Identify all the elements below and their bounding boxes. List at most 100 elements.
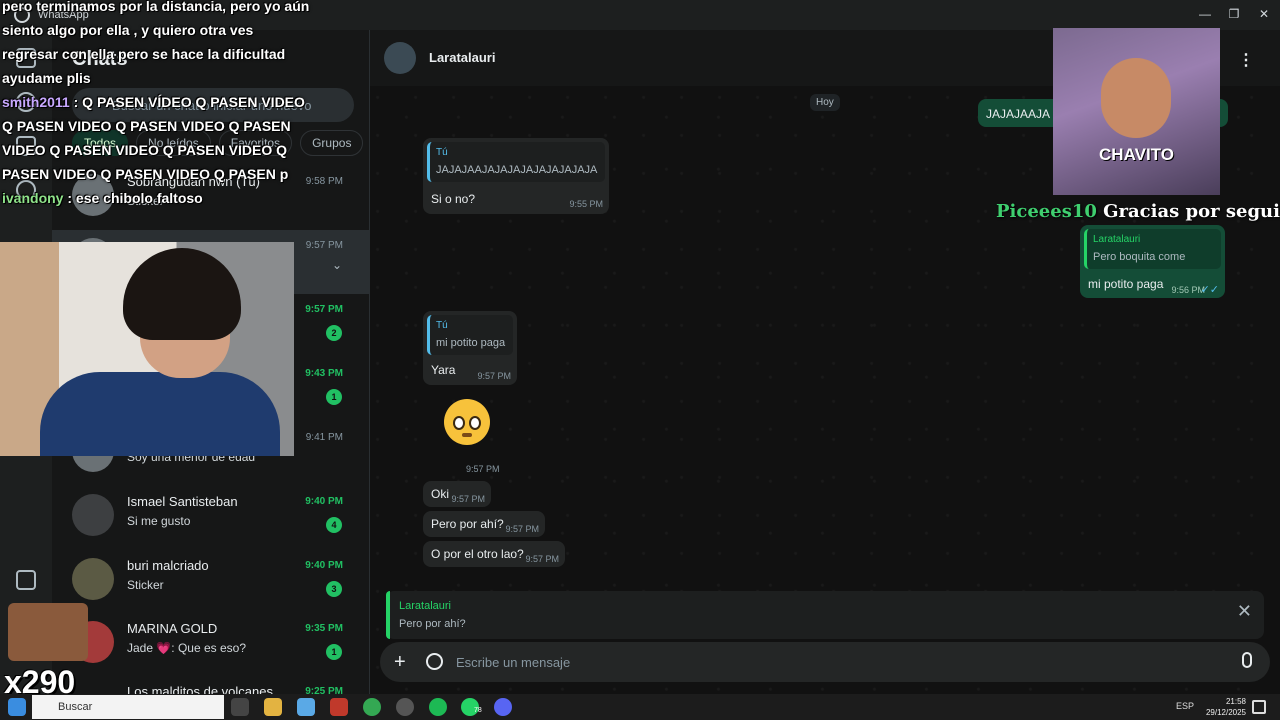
settings-icon[interactable] — [16, 570, 36, 590]
avatar — [72, 494, 114, 536]
message-text: Yara — [431, 363, 456, 377]
unread-badge: 2 — [326, 325, 342, 341]
task-view-icon[interactable] — [231, 698, 249, 716]
taskbar-clock[interactable]: 21:58 29/12/2025 — [1206, 696, 1246, 718]
message-bubble-incoming[interactable]: O por el otro lao? 9:57 PM — [423, 541, 565, 567]
pleading-face-sticker[interactable] — [444, 399, 490, 445]
windows-start-icon[interactable] — [8, 698, 26, 716]
quote-text: mi potito paga — [436, 337, 506, 349]
stream-chat-text: pero terminamos por la distancia, pero y… — [2, 0, 310, 86]
webcam-overlay — [0, 242, 294, 456]
chat-time: 9:35 PM — [305, 623, 343, 634]
follow-alert-gif: CHAVITO — [1053, 28, 1220, 195]
contact-name[interactable]: Laratalauri — [429, 50, 495, 65]
stream-chat-overlay: pero terminamos por la distancia, pero y… — [2, 0, 312, 210]
message-text: mi potito paga — [1088, 277, 1164, 291]
chevron-down-icon[interactable]: ⌄ — [332, 258, 342, 272]
spotify-icon[interactable] — [429, 698, 447, 716]
maximize-button[interactable]: ❐ — [1223, 4, 1245, 24]
attach-plus-icon[interactable]: + — [394, 651, 406, 674]
follower-name: Piceees10 — [996, 201, 1097, 222]
obs-icon[interactable] — [396, 698, 414, 716]
streamer-shirt — [40, 372, 280, 456]
message-bubble-incoming[interactable]: Oki 9:57 PM — [423, 481, 491, 507]
unread-badge: 1 — [326, 644, 342, 660]
quote-author: Tú — [436, 147, 448, 158]
language-indicator[interactable]: ESP — [1176, 701, 1194, 711]
message-time: 9:57 PM — [466, 464, 500, 474]
quote-author: Laratalauri — [1093, 234, 1141, 245]
day-separator: Hoy — [810, 94, 840, 111]
gif-face — [1101, 58, 1171, 138]
reply-preview: Laratalauri Pero por ahí? ✕ — [386, 591, 1264, 639]
reply-accent-bar — [386, 591, 390, 639]
chat-time: 9:25 PM — [305, 686, 343, 694]
minimize-button[interactable]: — — [1194, 4, 1216, 24]
stream-chat-user: smith2011 — [2, 94, 70, 110]
taskbar-search[interactable]: Buscar — [32, 695, 224, 719]
message-bubble-incoming[interactable]: Tú mi potito paga Yara 9:57 PM — [423, 311, 517, 385]
counter-image — [8, 603, 88, 661]
chat-list-item[interactable]: MARINA GOLD Jade 💗: Que es eso? 9:35 PM … — [52, 613, 370, 677]
message-bubble-incoming[interactable]: Pero por ahí? 9:57 PM — [423, 511, 545, 537]
chat-time: 9:57 PM — [305, 240, 343, 251]
read-receipt-icon: ✓✓ — [1200, 284, 1219, 296]
stream-chat-user: ivandony — [2, 190, 64, 206]
chat-list-item[interactable]: Los malditos de volcanes 9:25 PM — [52, 676, 370, 694]
chat-preview: Si me gusto — [127, 514, 191, 528]
message-input[interactable]: Escribe un mensaje — [456, 655, 570, 670]
store-icon[interactable] — [297, 698, 315, 716]
contact-avatar[interactable] — [384, 42, 416, 74]
message-time: 9:57 PM — [505, 524, 539, 534]
chat-time: 9:41 PM — [305, 432, 343, 443]
quote-text: Pero boquita come — [1093, 251, 1186, 263]
chat-name: MARINA GOLD — [127, 621, 218, 636]
unread-badge: 3 — [326, 581, 342, 597]
discord-icon[interactable] — [494, 698, 512, 716]
sticker-eye — [453, 416, 465, 430]
chat-list-item[interactable]: Ismael Santisteban Si me gusto 9:40 PM 4 — [52, 486, 370, 550]
close-window-button[interactable]: ✕ — [1253, 4, 1275, 24]
quote-text: JAJAJAAJAJAJAJAJAJAJAJAJA — [436, 164, 598, 176]
chat-list-item[interactable]: buri malcriado Sticker 9:40 PM 3 — [52, 550, 370, 614]
chat-preview: Sticker — [127, 578, 164, 592]
unread-badge: 1 — [326, 389, 342, 405]
chat-name: Los malditos de volcanes — [127, 684, 273, 694]
unread-badge: 4 — [326, 517, 342, 533]
close-reply-icon[interactable]: ✕ — [1237, 601, 1252, 622]
avatar — [72, 558, 114, 600]
message-composer[interactable]: + Escribe un mensaje — [380, 642, 1270, 682]
clock-date: 29/12/2025 — [1205, 708, 1246, 717]
sticker-icon[interactable] — [426, 653, 443, 670]
stream-chat-message: pero terminamos por la distancia, pero y… — [2, 0, 312, 90]
follow-message: Gracias por seguirme!! — [1103, 201, 1280, 222]
file-explorer-icon[interactable] — [264, 698, 282, 716]
message-text: JAJAJAAJA — [986, 107, 1051, 121]
reply-text: Pero por ahí? — [399, 618, 466, 630]
quoted-message[interactable]: Laratalauri Pero boquita come — [1084, 229, 1221, 269]
quote-author: Tú — [436, 320, 448, 331]
message-bubble-incoming[interactable]: Tú JAJAJAAJAJAJAJAJAJAJAJAJA Si o no? 9:… — [423, 138, 609, 214]
quoted-message[interactable]: Tú mi potito paga — [427, 315, 513, 355]
stream-chat-message: ivandony : ese chibolo faltoso — [2, 186, 312, 210]
microphone-icon[interactable] — [1242, 652, 1252, 668]
message-time: 9:57 PM — [525, 554, 559, 564]
message-text: Oki — [431, 487, 449, 501]
whatsapp-badge: 78 — [474, 707, 482, 714]
app-icon[interactable] — [330, 698, 348, 716]
message-bubble-outgoing[interactable]: Laratalauri Pero boquita come mi potito … — [1080, 225, 1225, 298]
notification-icon[interactable] — [1252, 700, 1266, 714]
message-text: O por el otro lao? — [431, 547, 524, 561]
chrome-icon[interactable] — [363, 698, 381, 716]
message-time: 9:55 PM — [569, 199, 603, 209]
message-time: 9:57 PM — [451, 494, 485, 504]
chat-preview: Jade 💗: Que es eso? — [127, 641, 247, 655]
taskbar-search-placeholder: Buscar — [58, 701, 93, 713]
sticker-eye — [469, 416, 481, 430]
taskbar: Buscar 78 ESP 21:58 29/12/2025 — [0, 694, 1280, 720]
chat-time: 9:40 PM — [305, 560, 343, 571]
reply-author: Laratalauri — [399, 600, 451, 612]
menu-kebab-icon[interactable]: ⋮ — [1238, 50, 1254, 70]
quoted-message[interactable]: Tú JAJAJAAJAJAJAJAJAJAJAJAJA — [427, 142, 605, 182]
chat-name: buri malcriado — [127, 558, 209, 573]
